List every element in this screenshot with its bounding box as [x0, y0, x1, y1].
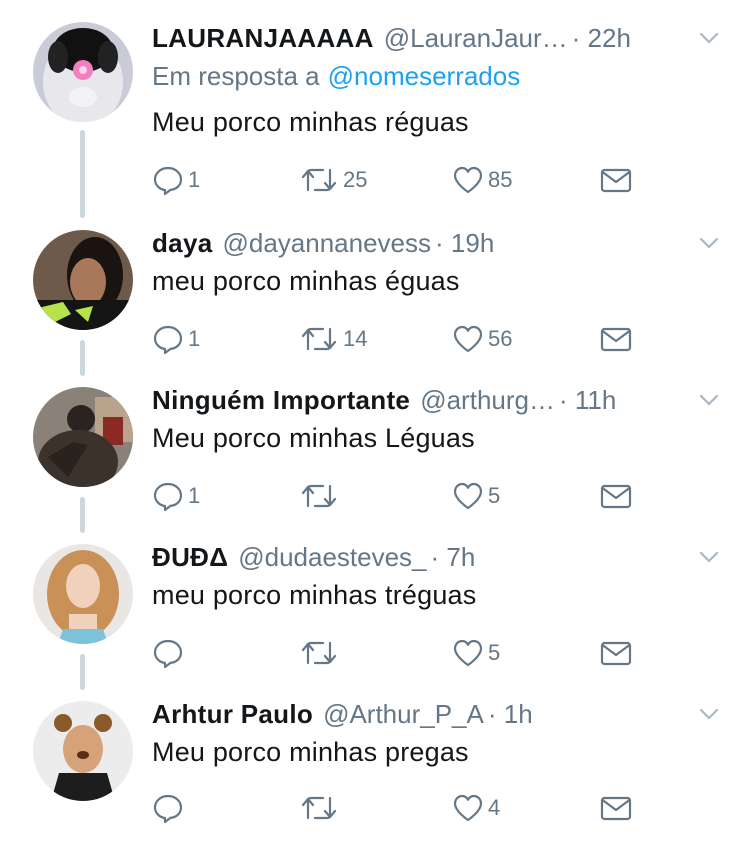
heart-icon	[453, 482, 483, 510]
retweet-icon	[301, 327, 337, 351]
reply-count: 1	[188, 483, 201, 508]
timestamp[interactable]: 19h	[435, 225, 494, 261]
avatar[interactable]	[33, 701, 133, 801]
reply-context: Em resposta a @nomeserrados	[152, 58, 520, 94]
username[interactable]: @dayannanevess	[222, 225, 431, 261]
tweet-text: meu porco minhas tréguas	[152, 580, 477, 610]
like-count: 5	[488, 483, 501, 508]
direct-message-button[interactable]	[600, 164, 632, 196]
avatar[interactable]	[33, 387, 133, 487]
tweet-header: ĐUĐΔ @dudaesteves_ 7h	[152, 539, 689, 575]
avatar-image	[33, 230, 133, 330]
envelope-icon	[600, 168, 632, 193]
reply-button[interactable]: 1	[152, 323, 200, 355]
reply-icon	[153, 639, 183, 669]
timestamp[interactable]: 1h	[488, 696, 533, 732]
display-name[interactable]: ĐUĐΔ	[152, 539, 228, 575]
tweet-text: Meu porco minhas pregas	[152, 737, 469, 767]
tweet-header: LAURANJAAAAA @LauranJaur… 22h	[152, 20, 689, 56]
reply-button[interactable]: 1	[152, 164, 200, 196]
retweet-button[interactable]	[299, 637, 343, 669]
tweet-text: Meu porco minhas Léguas	[152, 423, 475, 453]
retweet-icon	[301, 484, 337, 508]
username[interactable]: @LauranJaur…	[384, 20, 568, 56]
like-button[interactable]: 5	[452, 480, 500, 512]
reply-icon	[153, 794, 183, 824]
username[interactable]: @Arthur_P_A	[323, 696, 484, 732]
reply-mention-link[interactable]: @nomeserrados	[328, 61, 521, 91]
reply-count: 1	[188, 167, 201, 192]
display-name[interactable]: Arhtur Paulo	[152, 696, 313, 732]
reply-button[interactable]	[152, 637, 188, 669]
heart-icon	[453, 794, 483, 822]
tweet[interactable]: ĐUĐΔ @dudaesteves_ 7h meu porco minhas t…	[0, 532, 749, 689]
retweet-count: 25	[343, 167, 368, 192]
tweet-text: Meu porco minhas réguas	[152, 107, 469, 137]
timestamp[interactable]: 11h	[559, 382, 616, 418]
reply-icon	[153, 482, 183, 512]
retweet-button[interactable]	[299, 792, 343, 824]
retweet-icon	[301, 796, 337, 820]
retweet-button[interactable]	[299, 480, 343, 512]
direct-message-button[interactable]	[600, 637, 632, 669]
chevron-down-icon[interactable]	[697, 702, 721, 726]
heart-icon	[453, 639, 483, 667]
reply-button[interactable]	[152, 792, 188, 824]
direct-message-button[interactable]	[600, 792, 632, 824]
reply-count: 1	[188, 326, 201, 351]
like-button[interactable]: 85	[452, 164, 512, 196]
username[interactable]: @dudaesteves_	[238, 539, 426, 575]
retweet-button[interactable]: 25	[299, 164, 367, 196]
display-name[interactable]: Ninguém Importante	[152, 382, 410, 418]
display-name[interactable]: daya	[152, 225, 212, 261]
tweet-header: daya @dayannanevess 19h	[152, 225, 689, 261]
heart-icon	[453, 166, 483, 194]
reply-icon	[153, 166, 183, 196]
avatar-image	[33, 387, 133, 487]
like-count: 56	[488, 326, 513, 351]
tweet[interactable]: daya @dayannanevess 19h meu porco minhas…	[0, 218, 749, 375]
avatar[interactable]	[33, 544, 133, 644]
avatar[interactable]	[33, 22, 133, 122]
retweet-button[interactable]: 14	[299, 323, 367, 355]
reply-prefix: Em resposta a	[152, 61, 320, 91]
envelope-icon	[600, 796, 632, 821]
reply-button[interactable]: 1	[152, 480, 200, 512]
direct-message-button[interactable]	[600, 323, 632, 355]
direct-message-button[interactable]	[600, 480, 632, 512]
retweet-count: 14	[343, 326, 368, 351]
like-button[interactable]: 56	[452, 323, 512, 355]
heart-icon	[453, 325, 483, 353]
retweet-icon	[301, 641, 337, 665]
avatar-image	[33, 22, 133, 122]
chevron-down-icon[interactable]	[697, 388, 721, 412]
reply-icon	[153, 325, 183, 355]
tweet-header: Ninguém Importante @arthurg… 11h	[152, 382, 689, 418]
like-button[interactable]: 5	[452, 637, 500, 669]
display-name[interactable]: LAURANJAAAAA	[152, 20, 374, 56]
like-count: 4	[488, 795, 501, 820]
envelope-icon	[600, 327, 632, 352]
tweet[interactable]: Ninguém Importante @arthurg… 11h Meu por…	[0, 375, 749, 532]
retweet-icon	[301, 168, 337, 192]
envelope-icon	[600, 484, 632, 509]
tweet-header: Arhtur Paulo @Arthur_P_A 1h	[152, 696, 689, 732]
chevron-down-icon[interactable]	[697, 26, 721, 50]
envelope-icon	[600, 641, 632, 666]
timestamp[interactable]: 7h	[431, 539, 475, 575]
avatar[interactable]	[33, 230, 133, 330]
avatar-image	[33, 701, 133, 801]
like-button[interactable]: 4	[452, 792, 500, 824]
like-count: 85	[488, 167, 513, 192]
tweet-text: meu porco minhas éguas	[152, 266, 460, 296]
chevron-down-icon[interactable]	[697, 545, 721, 569]
tweet[interactable]: LAURANJAAAAA @LauranJaur… 22h Em respost…	[0, 0, 749, 196]
like-count: 5	[488, 640, 501, 665]
timestamp[interactable]: 22h	[572, 20, 631, 56]
chevron-down-icon[interactable]	[697, 231, 721, 255]
avatar-image	[33, 544, 133, 644]
username[interactable]: @arthurg…	[420, 382, 555, 418]
tweet[interactable]: Arhtur Paulo @Arthur_P_A 1h Meu porco mi…	[0, 689, 749, 846]
